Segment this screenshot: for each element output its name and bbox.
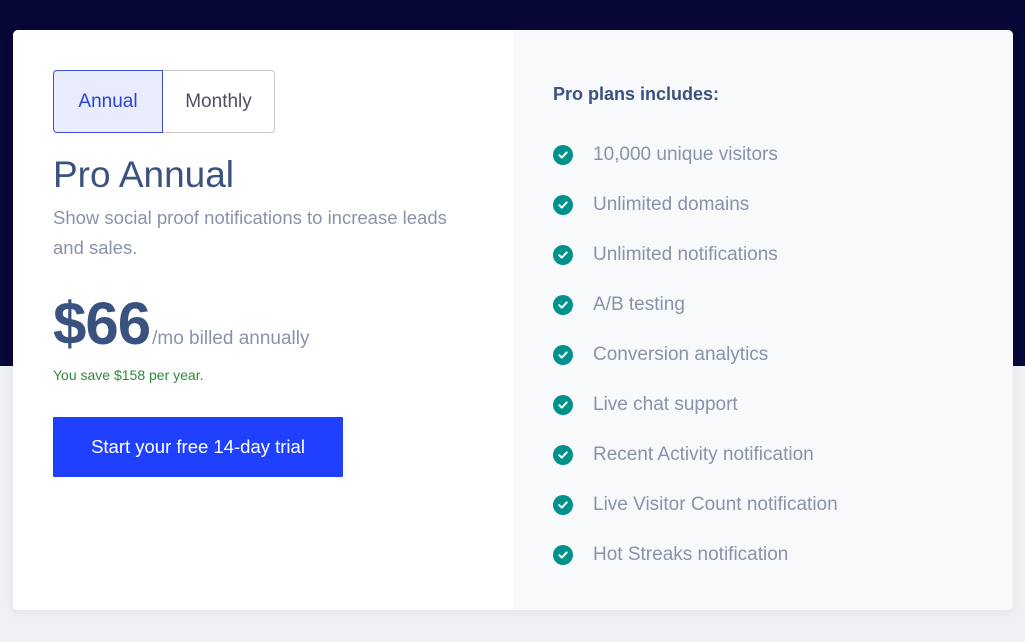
feature-label: Unlimited domains [593, 194, 750, 215]
feature-label: Conversion analytics [593, 344, 769, 365]
feature-label: Recent Activity notification [593, 444, 814, 465]
check-circle-icon [553, 495, 573, 515]
feature-label: A/B testing [593, 294, 685, 315]
plan-title: Pro Annual [53, 154, 235, 195]
feature-label: Unlimited notifications [593, 244, 778, 265]
check-circle-icon [553, 295, 573, 315]
features-panel: Pro plans includes: 10,000 unique visito… [513, 30, 1013, 610]
price-unit: /mo billed annually [152, 328, 310, 349]
monthly-toggle-button[interactable]: Monthly [163, 70, 275, 133]
price-row: $66 /mo billed annually [53, 294, 309, 354]
check-circle-icon [553, 445, 573, 465]
annual-toggle-button[interactable]: Annual [53, 70, 163, 133]
feature-item: Conversion analytics [553, 330, 838, 380]
feature-label: 10,000 unique visitors [593, 144, 778, 165]
start-trial-button[interactable]: Start your free 14-day trial [53, 417, 343, 477]
feature-list: 10,000 unique visitors Unlimited domains… [553, 130, 838, 580]
feature-label: Hot Streaks notification [593, 544, 789, 565]
check-circle-icon [553, 195, 573, 215]
feature-item: Unlimited notifications [553, 230, 838, 280]
billing-toggle: Annual Monthly [53, 70, 275, 133]
feature-item: Hot Streaks notification [553, 530, 838, 580]
check-circle-icon [553, 545, 573, 565]
feature-item: Live Visitor Count notification [553, 480, 838, 530]
includes-heading: Pro plans includes: [553, 84, 720, 104]
pricing-card: Annual Monthly Pro Annual Show social pr… [13, 30, 1013, 610]
check-circle-icon [553, 345, 573, 365]
plan-description: Show social proof notifications to incre… [53, 207, 447, 258]
feature-item: A/B testing [553, 280, 838, 330]
feature-label: Live Visitor Count notification [593, 494, 838, 515]
check-circle-icon [553, 395, 573, 415]
feature-label: Live chat support [593, 394, 738, 415]
check-circle-icon [553, 245, 573, 265]
feature-item: Recent Activity notification [553, 430, 838, 480]
plan-panel: Annual Monthly Pro Annual Show social pr… [13, 30, 513, 610]
savings-note: You save $158 per year. [53, 367, 204, 383]
feature-item: Unlimited domains [553, 180, 838, 230]
feature-item: 10,000 unique visitors [553, 130, 838, 180]
price-amount: $66 [53, 290, 151, 357]
feature-item: Live chat support [553, 380, 838, 430]
check-circle-icon [553, 145, 573, 165]
